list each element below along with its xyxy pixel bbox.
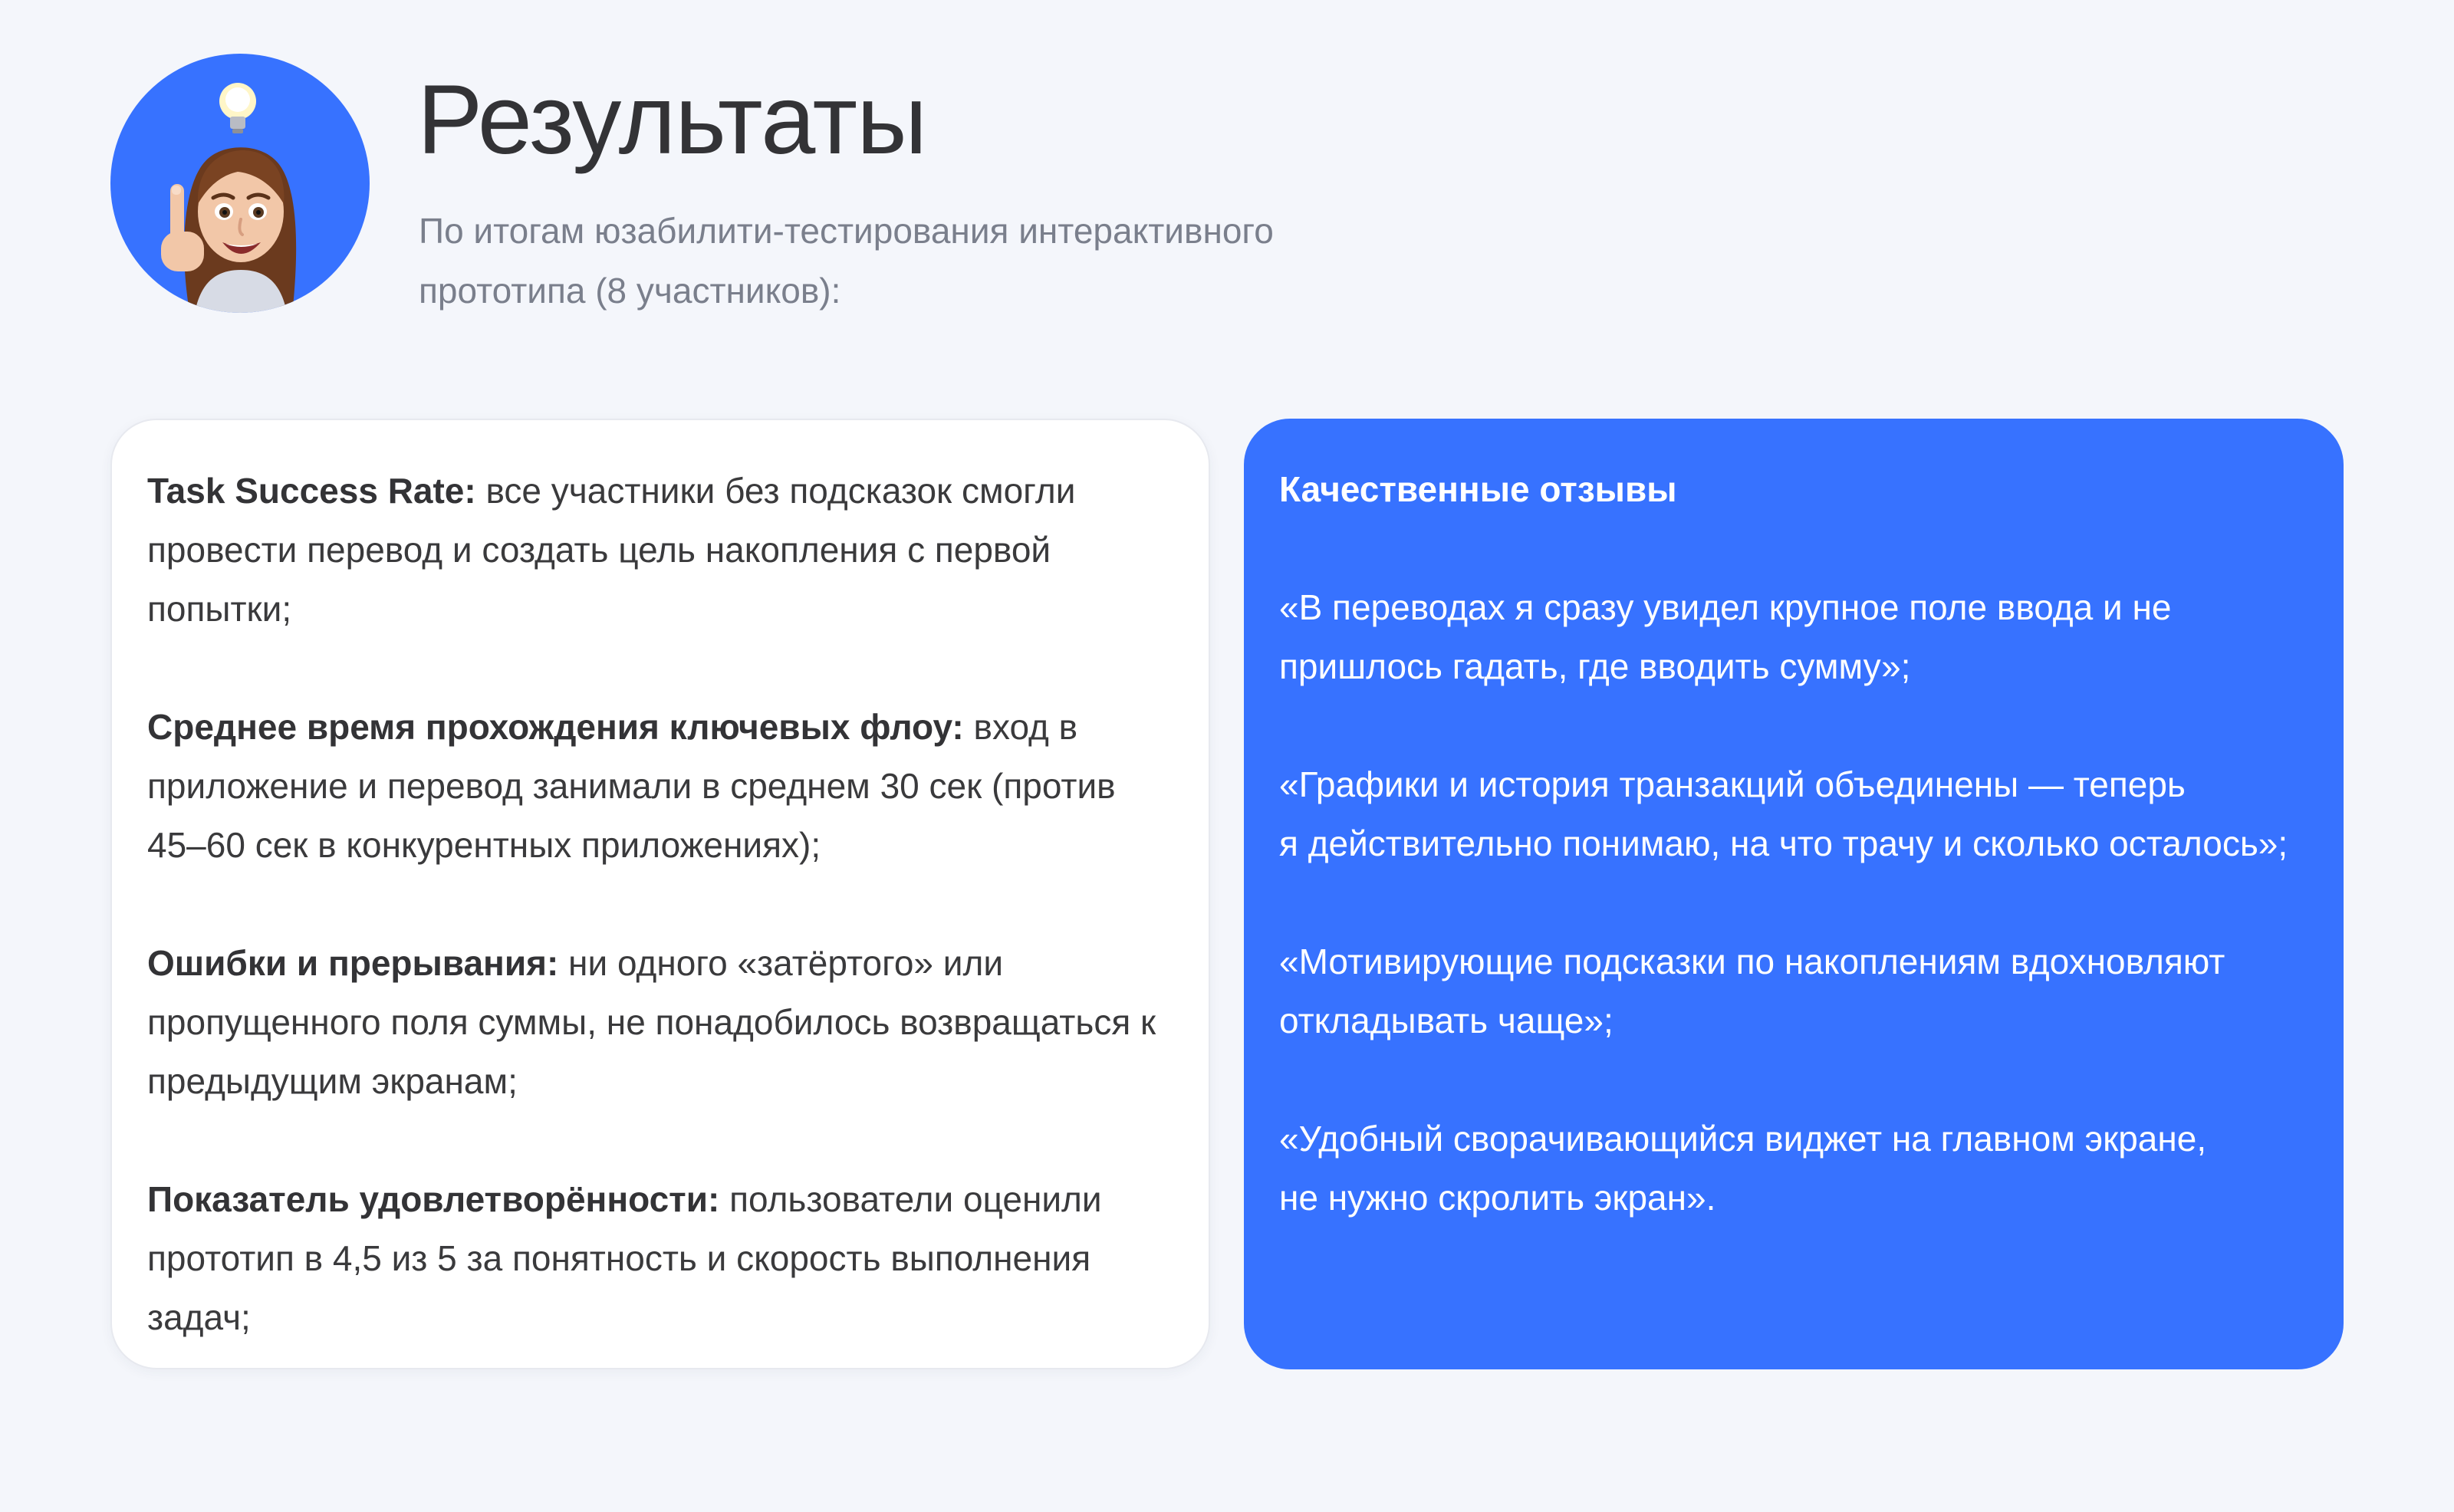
feedback-heading: Качественные отзывы — [1279, 469, 1677, 509]
feedback-quote: «Удобный сворачивающийся виджет на главн… — [1279, 1109, 2308, 1228]
quote-line: не нужно скролить экран». — [1279, 1178, 1716, 1218]
lightbulb-icon — [219, 83, 256, 133]
metric-label: Показатель удовлетворённости: — [147, 1179, 720, 1219]
page-subtitle: По итогам юзабилити-тестирования интерак… — [419, 211, 1274, 311]
metric-label: Ошибки и прерывания: — [147, 943, 559, 983]
quote-line: «Графики и история транзакций объединены… — [1279, 764, 2186, 804]
metric-task-success: Task Success Rate: все участники без под… — [147, 462, 1173, 639]
feedback-card: Качественные отзывы «В переводах я сразу… — [1244, 419, 2344, 1369]
feedback-quote: «Графики и история транзакций объединены… — [1279, 755, 2308, 873]
quote-line: «Мотивирующие подсказки по накоплениям в… — [1279, 942, 2225, 981]
metric-average-time: Среднее время прохождения ключевых флоу:… — [147, 698, 1173, 875]
quote-line: пришлось гадать, где вводить сумму»; — [1279, 646, 1911, 686]
memoji-avatar-icon — [161, 83, 297, 313]
quote-line: откладывать чаще»; — [1279, 1001, 1614, 1040]
quote-line: «В переводах я сразу увидел крупное поле… — [1279, 587, 2172, 627]
metric-satisfaction: Показатель удовлетворённости: пользовате… — [147, 1170, 1173, 1347]
metrics-card: Task Success Rate: все участники без под… — [110, 419, 1210, 1369]
metric-label: Task Success Rate: — [147, 471, 476, 511]
metric-label: Среднее время прохождения ключевых флоу: — [147, 707, 964, 747]
metric-errors: Ошибки и прерывания: ни одного «затёртог… — [147, 934, 1173, 1111]
quote-line: я действительно понимаю, на что трачу и … — [1279, 823, 2288, 863]
page-title: Результаты — [417, 65, 927, 175]
quote-line: «Удобный сворачивающийся виджет на главн… — [1279, 1119, 2207, 1159]
feedback-quote: «Мотивирующие подсказки по накоплениям в… — [1279, 932, 2308, 1050]
avatar — [110, 54, 370, 313]
feedback-quote: «В переводах я сразу увидел крупное поле… — [1279, 578, 2308, 696]
